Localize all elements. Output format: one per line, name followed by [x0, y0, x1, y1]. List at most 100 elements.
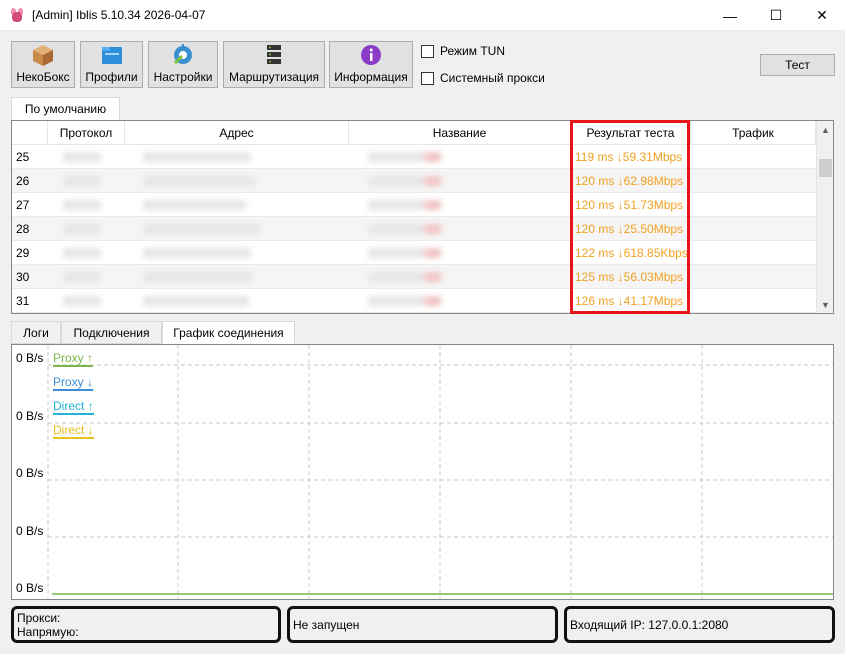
tab-connections[interactable]: Подключения — [61, 321, 162, 344]
header-name[interactable]: Название — [349, 121, 571, 145]
status-state: Не запущен — [293, 617, 360, 632]
redacted-address — [142, 272, 254, 282]
row-number: 27 — [16, 198, 30, 212]
tab-logs[interactable]: Логи — [11, 321, 61, 344]
connection-graph: 0 B/s 0 B/s 0 B/s 0 B/s 0 B/s Proxy ↑ Pr… — [11, 344, 834, 600]
info-button[interactable]: Информация — [329, 41, 413, 88]
table-row[interactable]: 29 122 ms ↓618.85Kbps — [12, 241, 816, 265]
header-address[interactable]: Адрес — [125, 121, 349, 145]
status-traffic: Прокси: Напрямую: — [11, 606, 281, 643]
redacted-name-flag — [424, 272, 442, 282]
minimize-button[interactable]: — — [707, 0, 753, 31]
row-number: 25 — [16, 150, 30, 164]
redacted-name — [367, 272, 427, 282]
profiles-label: Профили — [85, 70, 138, 84]
redacted-name — [367, 200, 427, 210]
title-bar[interactable]: [Admin] Iblis 5.10.34 2026-04-07 — ☐ ✕ — [0, 0, 845, 31]
redacted-protocol — [62, 224, 102, 234]
redacted-name — [367, 152, 427, 162]
row-number: 28 — [16, 222, 30, 236]
info-icon — [361, 45, 381, 65]
row-number: 30 — [16, 270, 30, 284]
routing-label: Маршрутизация — [228, 70, 320, 84]
routing-icon — [267, 45, 281, 64]
redacted-protocol — [62, 200, 102, 210]
table-row[interactable]: 25 119 ms ↓59.31Mbps — [12, 145, 816, 169]
nekobox-button[interactable]: НекоБокс — [11, 41, 75, 88]
redacted-address — [142, 200, 247, 210]
graph-grid — [47, 345, 833, 599]
redacted-protocol — [62, 296, 102, 306]
redacted-protocol — [62, 272, 102, 282]
app-icon — [9, 7, 25, 23]
redacted-name-flag — [424, 152, 442, 162]
close-button[interactable]: ✕ — [799, 0, 845, 31]
nekobox-label: НекоБокс — [16, 70, 70, 84]
row-number: 31 — [16, 294, 30, 308]
test-result-highlight — [570, 120, 690, 314]
box-icon — [33, 45, 53, 66]
header-index — [12, 121, 48, 145]
redacted-address — [142, 152, 252, 162]
status-running: Не запущен — [287, 606, 558, 643]
profiles-icon — [101, 47, 122, 64]
legend-proxy-up: Proxy ↑ — [53, 351, 94, 367]
system-proxy-checkbox[interactable]: Системный прокси — [421, 71, 545, 85]
profiles-table[interactable]: Протокол Адрес Название Результат теста … — [11, 120, 834, 314]
table-row[interactable]: 30 125 ms ↓56.03Mbps — [12, 265, 816, 289]
redacted-protocol — [62, 248, 102, 258]
system-proxy-box[interactable] — [421, 71, 434, 85]
y-axis-label: 0 B/s — [16, 466, 44, 480]
redacted-name-flag — [424, 200, 442, 210]
status-proxy: Прокси: — [17, 610, 61, 625]
tun-mode-box[interactable] — [421, 44, 434, 58]
legend-direct-down: Direct ↓ — [53, 423, 94, 439]
table-scrollbar[interactable]: ▲ ▼ — [816, 121, 833, 313]
legend-direct-up: Direct ↑ — [53, 399, 94, 415]
routing-button[interactable]: Маршрутизация — [223, 41, 325, 88]
y-axis-label: 0 B/s — [16, 581, 44, 595]
redacted-address — [142, 224, 262, 234]
row-number: 29 — [16, 246, 30, 260]
settings-label: Настройки — [153, 70, 213, 84]
status-direct: Напрямую: — [17, 624, 79, 639]
legend-proxy-down: Proxy ↓ — [53, 375, 94, 391]
window-title: [Admin] Iblis 5.10.34 2026-04-07 — [32, 8, 206, 22]
status-inbound-ip: Входящий IP: 127.0.0.1:2080 — [570, 617, 729, 632]
status-inbound: Входящий IP: 127.0.0.1:2080 — [564, 606, 835, 643]
redacted-name-flag — [424, 176, 442, 186]
redacted-address — [142, 248, 252, 258]
redacted-name — [367, 224, 427, 234]
table-row[interactable]: 31 126 ms ↓41.17Mbps — [12, 289, 816, 313]
redacted-name-flag — [424, 296, 442, 306]
table-row[interactable]: 28 120 ms ↓25.50Mbps — [12, 217, 816, 241]
system-proxy-label: Системный прокси — [440, 71, 545, 85]
table-row[interactable]: 26 120 ms ↓62.98Mbps — [12, 169, 816, 193]
table-row[interactable]: 27 120 ms ↓51.73Mbps — [12, 193, 816, 217]
header-protocol[interactable]: Протокол — [48, 121, 125, 145]
row-number: 26 — [16, 174, 30, 188]
scroll-thumb[interactable] — [819, 159, 832, 177]
redacted-name — [367, 248, 427, 258]
redacted-address — [142, 296, 250, 306]
scroll-up-icon[interactable]: ▲ — [817, 121, 833, 138]
header-traffic[interactable]: Трафик — [691, 121, 816, 145]
settings-button[interactable]: Настройки — [148, 41, 218, 88]
scroll-down-icon[interactable]: ▼ — [817, 296, 833, 313]
test-button[interactable]: Тест — [760, 54, 835, 76]
tab-connection-graph[interactable]: График соединения — [162, 321, 295, 344]
profiles-button[interactable]: Профили — [80, 41, 143, 88]
y-axis-label: 0 B/s — [16, 351, 44, 365]
info-label: Информация — [334, 70, 408, 84]
redacted-name — [367, 296, 427, 306]
y-axis-label: 0 B/s — [16, 524, 44, 538]
tab-default-group[interactable]: По умолчанию — [11, 97, 120, 120]
redacted-protocol — [62, 176, 102, 186]
tun-mode-label: Режим TUN — [440, 44, 505, 58]
tun-mode-checkbox[interactable]: Режим TUN — [421, 44, 505, 58]
redacted-name-flag — [424, 224, 442, 234]
redacted-protocol — [62, 152, 102, 162]
maximize-button[interactable]: ☐ — [753, 0, 799, 31]
settings-icon — [173, 44, 192, 65]
y-axis-label: 0 B/s — [16, 409, 44, 423]
